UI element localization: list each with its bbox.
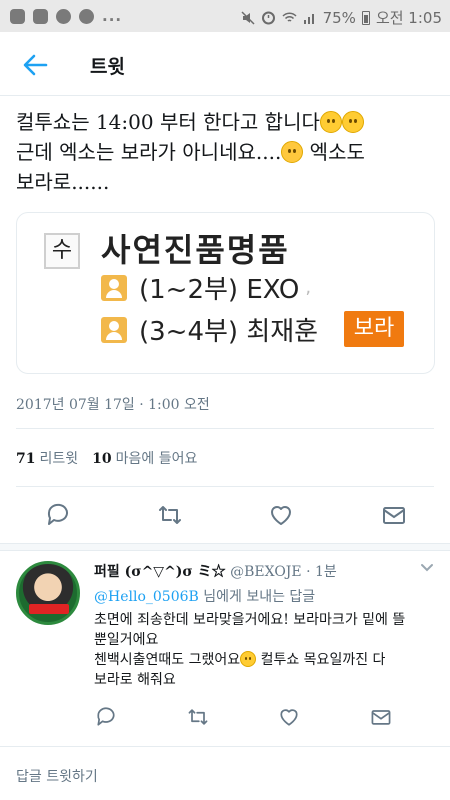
arrow-left-icon[interactable]	[20, 50, 50, 80]
weibo-notification-icon	[79, 8, 94, 24]
storage-notification-icon	[56, 8, 71, 24]
heart-icon[interactable]	[267, 501, 295, 529]
clock: 오전 1:05	[375, 9, 442, 27]
battery-percent: 75%	[322, 8, 356, 27]
reply-text-line: 컬투쇼 목요일까진 다	[256, 652, 386, 668]
retweet-stat[interactable]: 71 리트윗	[16, 448, 78, 468]
like-label: 마음에 들어요	[115, 451, 198, 467]
retweet-icon[interactable]	[156, 501, 184, 529]
reply-compose-input[interactable]: 답글 트윗하기	[16, 766, 98, 786]
tweet-stats: 71 리트윗 10 마음에 들어요	[16, 448, 197, 468]
tweet-media-card[interactable]: 수 사연진품명품 (1~2부) EXO , (3~4부) 최재훈 보라	[16, 212, 435, 374]
status-bar: ... 75% 오전 1:05	[0, 0, 450, 32]
person-icon	[101, 274, 127, 301]
reply-header: 퍼필 (σ^▽^)σ ミ☆ @BEXOJE · 1분	[94, 561, 337, 581]
page-title: 트윗	[90, 56, 125, 78]
tweet-text-line: 보라로......	[16, 170, 110, 194]
day-tag: 수	[44, 233, 80, 269]
heart-icon[interactable]	[277, 705, 301, 729]
section-divider	[0, 543, 450, 551]
smile-emoji-icon	[319, 111, 342, 133]
smile-emoji-icon	[341, 111, 364, 133]
mail-icon[interactable]	[369, 705, 393, 729]
status-bar-left: ...	[10, 7, 122, 25]
more-notifications-indicator: ...	[102, 7, 123, 25]
chevron-down-icon[interactable]	[420, 561, 434, 575]
reply-time: · 1분	[306, 564, 337, 580]
card-title: 사연진품명품	[101, 231, 290, 269]
like-count: 10	[92, 451, 112, 467]
message-notification-icon	[33, 8, 48, 24]
divider	[16, 486, 434, 487]
app-notification-icon	[10, 8, 25, 24]
reply-context: @Hello_0506B 님에게 보내는 답글	[94, 586, 315, 606]
tweet-text-line: 근데 엑소는 보라가 아니네요....	[16, 140, 282, 164]
reply-context-suffix: 님에게 보내는 답글	[198, 589, 316, 605]
card-row: (1~2부) EXO ,	[101, 269, 311, 306]
card-row: (3~4부) 최재훈	[101, 311, 318, 348]
reply-author-name[interactable]: 퍼필 (σ^▽^)σ ミ☆	[94, 564, 226, 580]
signal-icon	[303, 13, 314, 24]
tweet-timestamp: 2017년 07월 17일 · 1:00 오전	[16, 397, 210, 413]
card-row-comma: ,	[305, 277, 312, 298]
tweet-text-line: 엑소도	[303, 140, 365, 164]
person-icon	[101, 316, 127, 343]
grin-emoji-icon	[240, 651, 257, 667]
reply-author-handle[interactable]: @BEXOJE	[230, 564, 302, 580]
like-stat[interactable]: 10 마음에 들어요	[92, 448, 197, 468]
tweet-text: 컬투쇼는 14:00 부터 한다고 합니다 근데 엑소는 보라가 아니네요...…	[16, 107, 436, 197]
mention-link[interactable]: @Hello_0506B	[94, 589, 199, 605]
retweet-label: 리트윗	[39, 451, 79, 467]
card-row-text: (3~4부) 최재훈	[139, 317, 319, 347]
reply-text-line: 초면에 죄송한데 보라맞을거에요! 보라마크가 밑에 뜰	[94, 612, 406, 628]
laughing-tears-emoji-icon	[281, 141, 304, 163]
top-app-bar: 트윗	[0, 32, 450, 96]
bora-badge: 보라	[344, 311, 404, 347]
divider	[16, 428, 434, 429]
battery-icon	[361, 10, 370, 25]
tweet-text-line: 컬투쇼는 14:00 부터 한다고 합니다	[16, 110, 320, 134]
status-bar-right: 75% 오전 1:05	[241, 7, 442, 28]
retweet-icon[interactable]	[186, 705, 210, 729]
reply-icon[interactable]	[44, 501, 72, 529]
mute-icon	[241, 10, 255, 25]
wifi-icon	[282, 11, 297, 22]
reply-text-line: 뿐일거에요	[94, 632, 159, 648]
retweet-count: 71	[16, 451, 36, 467]
card-row-text: (1~2부) EXO	[139, 275, 300, 305]
mail-icon[interactable]	[380, 501, 408, 529]
divider	[0, 746, 450, 747]
reply-text: 초면에 죄송한데 보라맞을거에요! 보라마크가 밑에 뜰 뿐일거에요 첸백시출연…	[94, 610, 439, 690]
reply-text-line: 첸백시출연때도 그랬어요	[94, 652, 241, 668]
alarm-icon	[261, 11, 275, 25]
avatar[interactable]	[16, 561, 80, 625]
reply-text-line: 보라로 해줘요	[94, 672, 176, 688]
reply-icon[interactable]	[94, 705, 118, 729]
